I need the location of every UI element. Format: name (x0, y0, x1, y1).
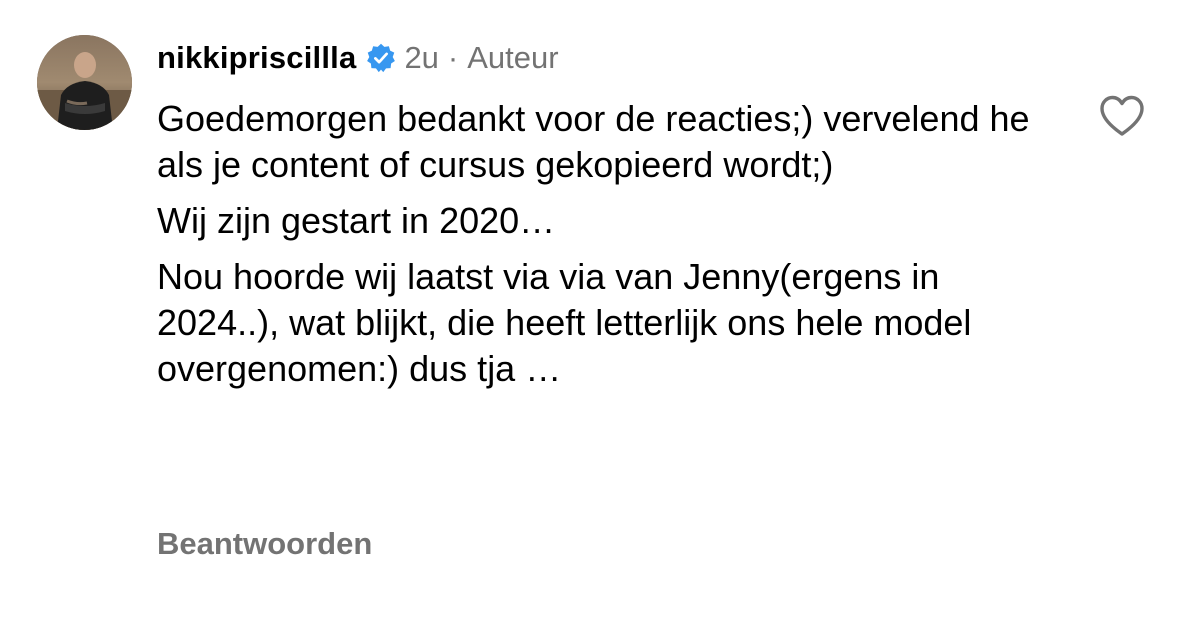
comment: nikkipriscillla 2u · Auteur Goedemorgen be… (0, 0, 1199, 621)
comment-text: Goedemorgen bedankt voor de reacties;) v… (157, 96, 1047, 402)
comment-header: nikkipriscillla 2u · Auteur (157, 38, 559, 78)
avatar-image (37, 35, 132, 130)
comment-time: 2u (404, 40, 439, 75)
verified-badge-icon (366, 43, 396, 73)
meta-separator: · (447, 40, 459, 75)
comment-paragraph: Goedemorgen bedankt voor de reacties;) v… (157, 98, 1030, 185)
author-label: Auteur (467, 40, 559, 75)
heart-outline-icon[interactable] (1098, 94, 1146, 138)
comment-meta: 2u · Auteur (404, 40, 558, 76)
username[interactable]: nikkipriscillla (157, 40, 356, 76)
comment-paragraph: Wij zijn gestart in 2020… (157, 200, 556, 241)
reply-button[interactable]: Beantwoorden (157, 526, 372, 562)
avatar[interactable] (37, 35, 132, 130)
comment-paragraph: Nou hoorde wij laatst via via van Jenny(… (157, 256, 972, 389)
